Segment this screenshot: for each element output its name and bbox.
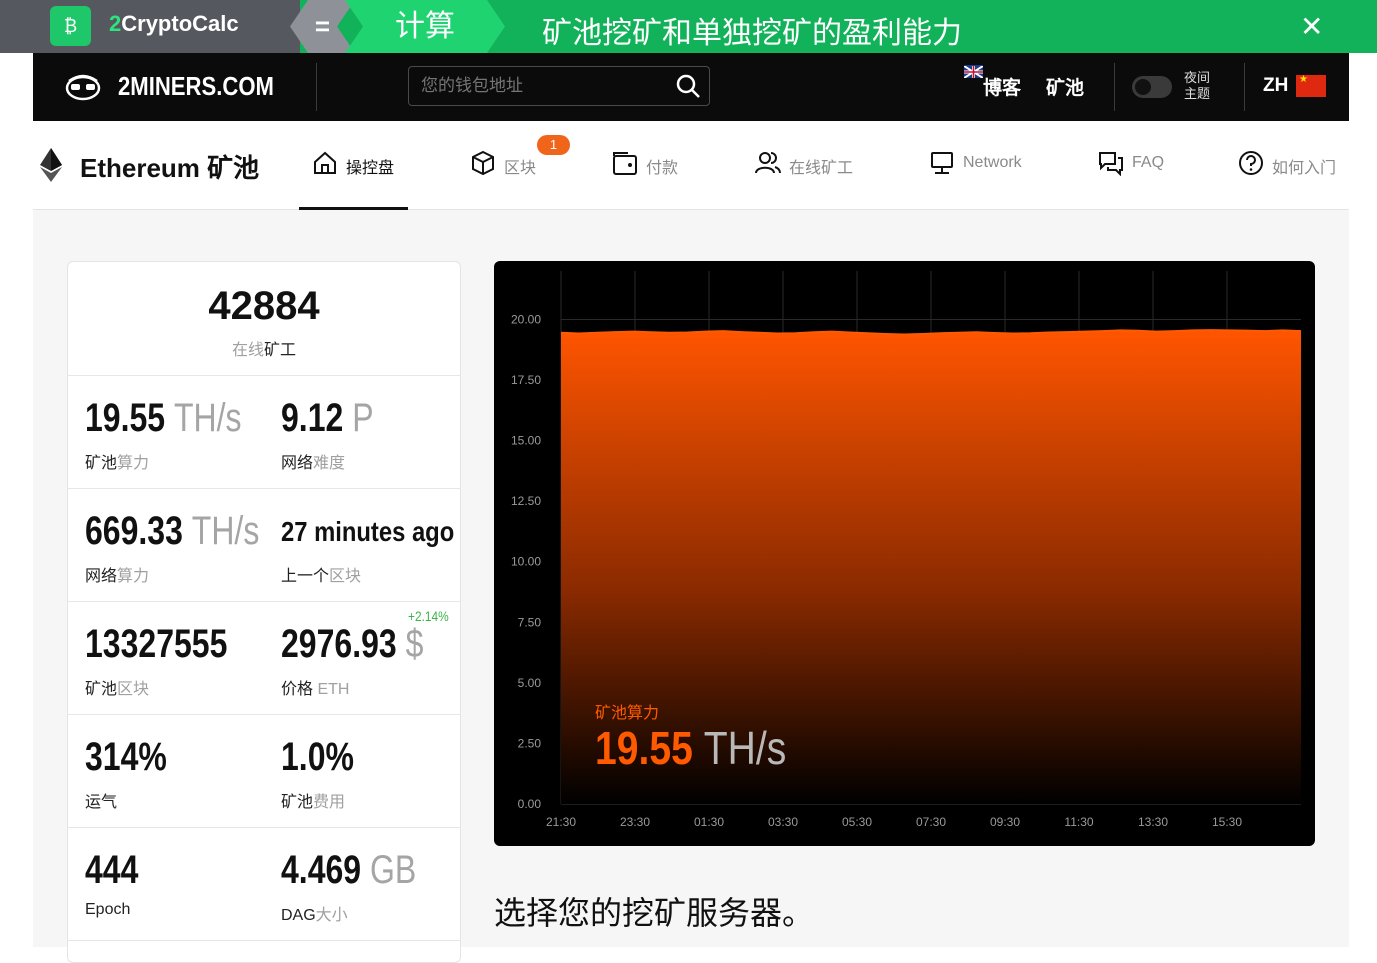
pool-hashrate-value: 19.55 TH/s: [85, 396, 242, 440]
y-tick-label: 7.50: [518, 615, 542, 629]
site-header: 2MINERS.COM 博客 矿池 夜间主题 ZH: [33, 53, 1349, 121]
y-tick-label: 10.00: [511, 555, 541, 569]
epoch-value: 444: [85, 848, 139, 892]
last-block-value: 27 minutes ago: [281, 516, 455, 547]
x-tick-label: 13:30: [1138, 815, 1168, 829]
x-tick-label: 21:30: [546, 815, 576, 829]
wallet-icon: [613, 152, 637, 175]
tab-label: 区块: [504, 160, 537, 177]
ethereum-icon: [40, 148, 62, 182]
nav-pools-link[interactable]: 矿池: [1046, 73, 1084, 100]
night-theme-label: 夜间 主题: [1184, 70, 1211, 101]
calc-segment[interactable]: 计算: [345, 0, 505, 53]
x-tick-label: 23:30: [620, 815, 650, 829]
tab-label: 付款: [646, 160, 679, 177]
night-theme-toggle[interactable]: [1132, 76, 1172, 98]
chart-hashrate-value: 19.55 TH/s: [595, 722, 787, 774]
nav-blog-link[interactable]: 博客: [983, 73, 1021, 100]
mining-server-heading: 选择您的挖矿服务器。: [494, 895, 815, 931]
row-divider: [68, 827, 460, 828]
language-selector[interactable]: ZH: [1263, 75, 1288, 97]
cryptocalc-brand[interactable]: 2CryptoCalc: [109, 11, 239, 37]
cryptocalc-logo-icon: ₿: [50, 6, 91, 46]
network-difficulty-caption: 网络难度: [281, 455, 346, 472]
y-tick-label: 20.00: [511, 312, 541, 326]
users-icon: [755, 152, 781, 174]
header-divider: [316, 63, 317, 111]
y-tick-label: 15.00: [511, 434, 541, 448]
calc-banner: ₿ 2CryptoCalc = 计算 矿池挖矿和单独挖矿的盈利能力 ✕: [0, 0, 1377, 53]
last-block-caption: 上一个区块: [281, 568, 362, 585]
miner-logo-icon: [65, 74, 101, 101]
x-tick-label: 01:30: [694, 815, 724, 829]
monitor-icon: [931, 152, 953, 174]
x-tick-label: 11:30: [1064, 815, 1093, 829]
close-icon[interactable]: ✕: [1300, 10, 1323, 43]
x-tick-label: 15:30: [1212, 815, 1242, 829]
site-logo-text[interactable]: 2MINERS.COM: [118, 71, 274, 102]
pool-fee-caption: 矿池费用: [281, 794, 346, 811]
pool-hashrate-caption: 矿池算力: [85, 455, 150, 472]
row-divider: [68, 488, 460, 489]
row-divider: [68, 375, 460, 376]
blocks-badge: 1: [537, 135, 570, 155]
question-icon: [1239, 151, 1263, 175]
y-tick-label: 17.50: [511, 373, 541, 387]
tab-label: Network: [963, 154, 1022, 171]
pool-stats-card: 42884 在线矿工 19.55 TH/s 矿池算力 9.12 P 网络难度 6…: [67, 261, 461, 963]
tab-label: 在线矿工: [789, 160, 854, 177]
dag-size-value: 4.469 GB: [281, 848, 417, 892]
home-icon: [314, 151, 336, 174]
row-divider: [68, 714, 460, 715]
pool-blocks-value: 13327555: [85, 622, 228, 666]
price-change: +2.14%: [408, 608, 449, 624]
network-hashrate-value: 669.33 TH/s: [85, 509, 260, 553]
pool-title: Ethereum 矿池: [80, 153, 260, 183]
hashrate-chart: 0.00 2.50 5.00 7.50 10.00 12.50 15.00 17.50 20.0…: [494, 261, 1315, 846]
x-tick-label: 09:30: [990, 815, 1020, 829]
price-caption: 价格 ETH: [281, 681, 350, 698]
network-difficulty-value: 9.12 P: [281, 396, 374, 440]
y-tick-label: 0.00: [518, 797, 542, 811]
online-miners-caption: 在线矿工: [231, 342, 297, 359]
cube-icon: [472, 150, 494, 176]
x-tick-label: 05:30: [842, 815, 872, 829]
x-tick-label: 07:30: [916, 815, 946, 829]
y-tick-label: 5.00: [518, 676, 542, 690]
luck-caption: 运气: [85, 794, 118, 811]
online-miners-value: 42884: [208, 284, 320, 328]
dag-size-caption: DAG大小: [281, 907, 348, 924]
y-tick-label: 12.50: [511, 494, 541, 508]
chat-icon: [1099, 152, 1123, 176]
chart-hashrate-label: 矿池算力: [595, 705, 660, 722]
header-divider: [1114, 63, 1115, 111]
wallet-search-input[interactable]: [408, 66, 710, 106]
row-divider: [68, 940, 460, 941]
china-flag-icon[interactable]: [1296, 74, 1326, 97]
network-hashrate-caption: 网络算力: [85, 568, 150, 585]
tab-label: FAQ: [1132, 154, 1165, 171]
y-tick-label: 2.50: [518, 736, 542, 750]
pool-blocks-caption: 矿池区块: [85, 681, 150, 698]
tab-label: 操控盘: [346, 160, 395, 177]
search-icon[interactable]: [675, 73, 701, 99]
banner-title: 矿池挖矿和单独挖矿的盈利能力: [542, 17, 962, 50]
row-divider: [68, 601, 460, 602]
price-value: 2976.93 $: [281, 622, 424, 666]
luck-value: 314%: [85, 735, 167, 779]
pool-fee-value: 1.0%: [281, 735, 354, 779]
uk-flag-icon: [963, 65, 984, 79]
x-tick-label: 03:30: [768, 815, 798, 829]
header-divider: [1244, 63, 1245, 111]
epoch-caption: Epoch: [85, 901, 131, 918]
tab-label: 如何入门: [1272, 160, 1337, 177]
